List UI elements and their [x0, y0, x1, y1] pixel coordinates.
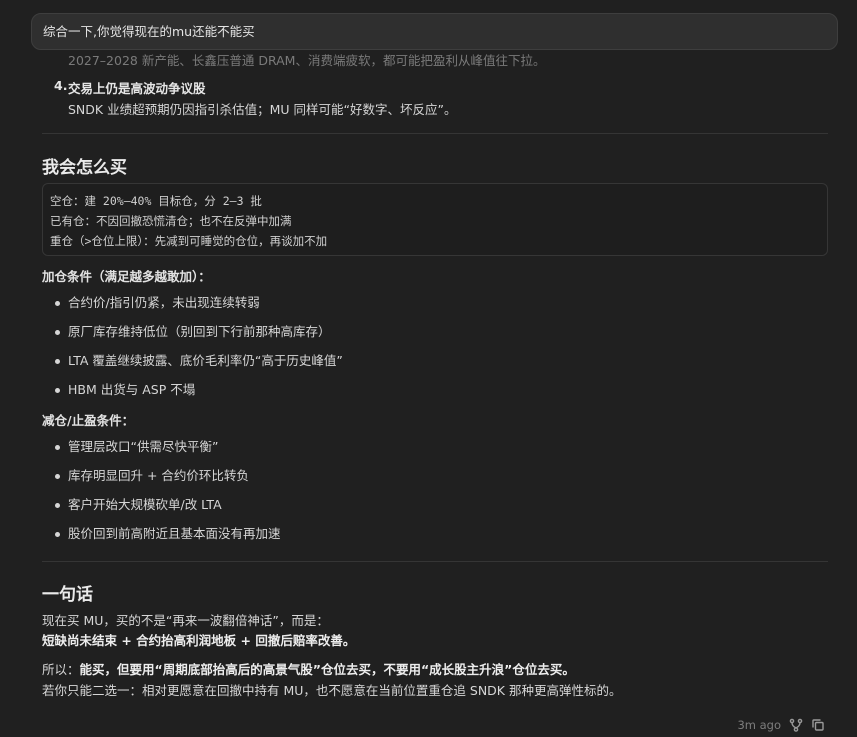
- reduce-conditions-label: 减仓/止盈条件：: [42, 413, 135, 428]
- branch-icon[interactable]: [789, 718, 803, 732]
- summary-line-2: 短缺尚未结束 + 合约抬高利润地板 + 回撤后赔率改善。: [42, 631, 355, 651]
- list-item: 原厂库存维持低位（别回到下行前那种高库存）: [42, 322, 822, 351]
- code-block: 空仓：建 20%–40% 目标仓，分 2–3 批 已有仓：不因回撤恐慌清仓；也不…: [42, 183, 828, 256]
- message-meta: 3m ago: [737, 718, 825, 732]
- add-conditions-label: 加仓条件（满足越多越敢加）：: [42, 269, 211, 284]
- summary-line-3: 所以：能买，但要用“周期底部抬高后的高景气股”仓位去买，不要用“成长股主升浪”仓…: [42, 660, 575, 680]
- code-line: 重仓（>仓位上限）：先减到可睡觉的仓位，再谈加不加: [50, 234, 328, 248]
- list-item: 股价回到前高附近且基本面没有再加速: [42, 524, 822, 553]
- code-line: 空仓：建 20%–40% 目标仓，分 2–3 批: [50, 194, 262, 208]
- list-item: LTA 覆盖继续披露、底价毛利率仍“高于历史峰值”: [42, 351, 822, 380]
- chat-scroll-area[interactable]: 2027–2028 新产能、长鑫压普通 DRAM、消费端疲软，都可能把盈利从峰值…: [0, 0, 857, 737]
- list-number: 4.: [54, 78, 68, 93]
- list-item: 管理层改口“供需尽快平衡”: [42, 437, 822, 466]
- list-item: 库存明显回升 + 合约价环比转负: [42, 466, 822, 495]
- reduce-conditions-list: 管理层改口“供需尽快平衡” 库存明显回升 + 合约价环比转负 客户开始大规模砍单…: [42, 437, 822, 553]
- user-prompt-bubble[interactable]: 综合一下,你觉得现在的mu还能不能买: [31, 13, 838, 50]
- copy-icon[interactable]: [811, 718, 825, 732]
- list-item-body: SNDK 业绩超预期仍因指引杀估值；MU 同样可能“好数字、坏反应”。: [68, 102, 457, 117]
- divider: [42, 133, 828, 134]
- summary-line-4: 若你只能二选一：相对更愿意在回撤中持有 MU，也不愿意在当前位置重仓追 SNDK…: [42, 683, 622, 698]
- section-title-summary: 一句话: [42, 585, 93, 605]
- divider: [42, 561, 828, 562]
- add-conditions-list: 合约价/指引仍紧，未出现连续转弱 原厂库存维持低位（别回到下行前那种高库存） L…: [42, 293, 822, 409]
- list-item: 客户开始大规模砍单/改 LTA: [42, 495, 822, 524]
- summary-line-3-bold: 能买，但要用“周期底部抬高后的高景气股”仓位去买，不要用“成长股主升浪”仓位去买…: [79, 662, 575, 677]
- summary-line-2-bold: 短缺尚未结束 + 合约抬高利润地板 + 回撤后赔率改善。: [42, 633, 356, 648]
- faded-text-line: 2027–2028 新产能、长鑫压普通 DRAM、消费端疲软，都可能把盈利从峰值…: [68, 53, 546, 68]
- list-item: 合约价/指引仍紧，未出现连续转弱: [42, 293, 822, 322]
- list-item: HBM 出货与 ASP 不塌: [42, 380, 822, 409]
- summary-line-1: 现在买 MU，买的不是“再来一波翻倍神话”，而是：: [42, 613, 329, 628]
- list-item-heading: 交易上仍是高波动争议股: [68, 81, 206, 96]
- code-line: 已有仓：不因回撤恐慌清仓；也不在反弹中加满: [50, 214, 292, 228]
- section-title-buy: 我会怎么买: [42, 158, 127, 178]
- timestamp: 3m ago: [737, 718, 781, 732]
- summary-line-3-prefix: 所以：: [42, 662, 80, 677]
